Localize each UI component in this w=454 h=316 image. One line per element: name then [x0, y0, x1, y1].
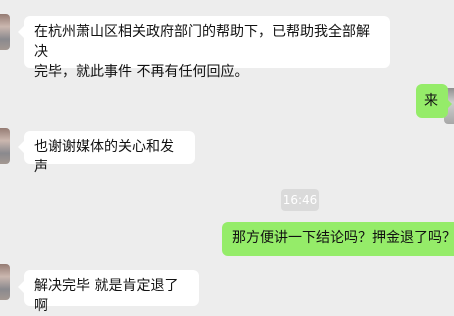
message-bubble-contact[interactable]: 也谢谢媒体的关心和发声 — [24, 131, 195, 175]
contact-avatar[interactable] — [0, 128, 10, 164]
message-bubble-user[interactable]: 那方便讲一下结论吗？押金退了吗？ — [222, 222, 454, 256]
message-text-line: 在杭州萧山区相关政府部门的帮助下，已帮助我全部解决 — [34, 24, 370, 60]
contact-avatar[interactable] — [0, 264, 10, 300]
time-divider: 16:46 — [281, 189, 319, 211]
message-text: 那方便讲一下结论吗？押金退了吗？ — [232, 230, 454, 246]
message-bubble-contact[interactable]: 在杭州萧山区相关政府部门的帮助下，已帮助我全部解决 完毕，就此事件 不再有任何回… — [24, 16, 390, 80]
message-text: 解决完毕 就是肯定退了啊 — [34, 278, 179, 314]
message-text-line: 完毕，就此事件 不再有任何回应。 — [34, 64, 249, 80]
message-bubble-contact[interactable]: 解决完毕 就是肯定退了啊 — [24, 270, 199, 314]
message-text: 也谢谢媒体的关心和发声 — [34, 139, 174, 175]
message-text: 来 — [424, 93, 438, 109]
contact-avatar[interactable] — [0, 14, 10, 50]
message-bubble-user[interactable]: 来 — [416, 84, 448, 118]
